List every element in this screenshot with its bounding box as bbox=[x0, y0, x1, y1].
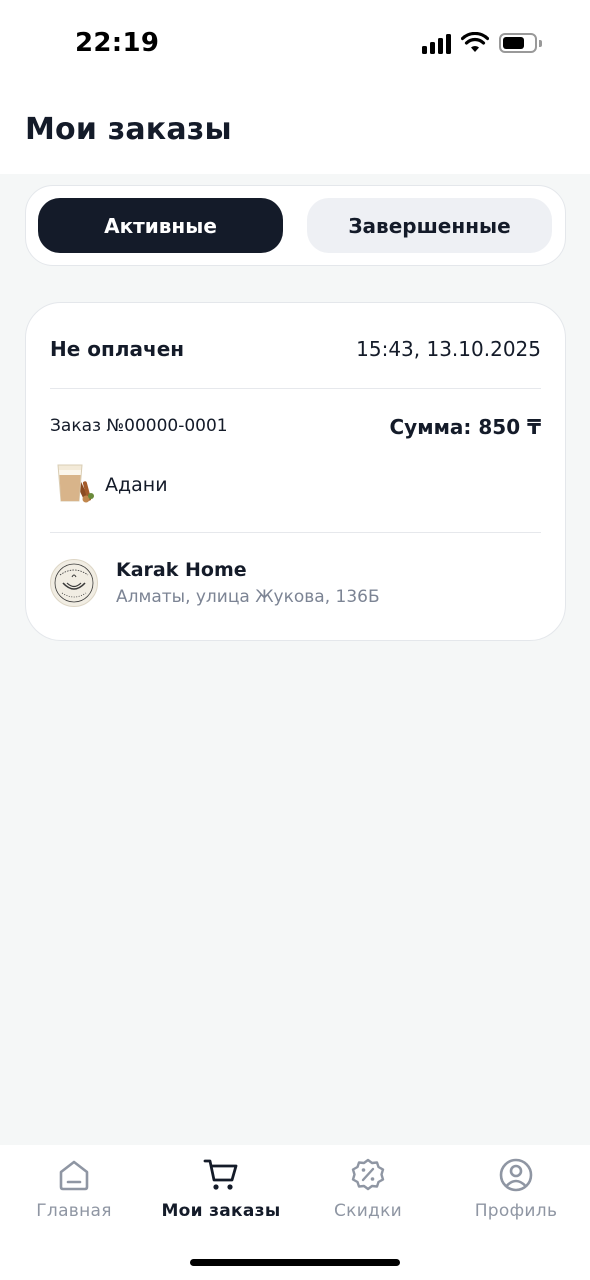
card-divider bbox=[50, 532, 541, 533]
discount-icon bbox=[351, 1158, 385, 1191]
payment-status: Не оплачен bbox=[50, 337, 185, 361]
karak-tea-cup-image bbox=[57, 464, 94, 503]
product-name: Адани bbox=[105, 474, 168, 496]
nav-label-home: Главная bbox=[36, 1201, 112, 1221]
status-time: 22:19 bbox=[75, 28, 160, 58]
nav-item-discounts[interactable]: Скидки bbox=[294, 1157, 442, 1221]
shop-address: Алматы, улица Жукова, 136Б bbox=[116, 587, 380, 607]
page-title: Мои заказы bbox=[25, 112, 232, 147]
nav-item-home[interactable]: Главная bbox=[0, 1157, 148, 1221]
cellular-signal-icon bbox=[422, 32, 451, 54]
nav-label-my-orders: Мои заказы bbox=[161, 1201, 281, 1221]
nav-item-my-orders[interactable]: Мои заказы bbox=[147, 1157, 295, 1221]
status-bar: 22:19 bbox=[0, 0, 590, 90]
order-number: Заказ №00000-0001 bbox=[50, 416, 228, 436]
card-divider bbox=[50, 388, 541, 389]
karak-home-logo bbox=[50, 559, 98, 607]
home-icon bbox=[59, 1160, 89, 1191]
page-header: Мои заказы bbox=[0, 90, 590, 174]
wifi-icon bbox=[461, 32, 489, 52]
tab-completed-orders[interactable]: Завершенные bbox=[307, 198, 552, 253]
order-card[interactable]: Не оплачен 15:43, 13.10.2025 Заказ №0000… bbox=[25, 302, 566, 641]
profile-icon bbox=[499, 1158, 533, 1192]
cart-icon bbox=[203, 1159, 238, 1190]
status-icons bbox=[422, 32, 542, 54]
home-indicator bbox=[190, 1259, 400, 1266]
nav-label-profile: Профиль bbox=[474, 1201, 558, 1221]
order-sum: Сумма: 850 ₸ bbox=[389, 415, 542, 439]
battery-icon bbox=[499, 33, 542, 53]
shop-name: Karak Home bbox=[116, 559, 247, 581]
nav-item-profile[interactable]: Профиль bbox=[442, 1157, 590, 1221]
orders-tabs: Активные Завершенные bbox=[25, 185, 566, 266]
order-datetime: 15:43, 13.10.2025 bbox=[356, 337, 541, 361]
tab-active-orders[interactable]: Активные bbox=[38, 198, 283, 253]
app-screen: 22:19 Мои заказы Активные Завершенные Не… bbox=[0, 0, 590, 1280]
nav-label-discounts: Скидки bbox=[333, 1201, 403, 1221]
